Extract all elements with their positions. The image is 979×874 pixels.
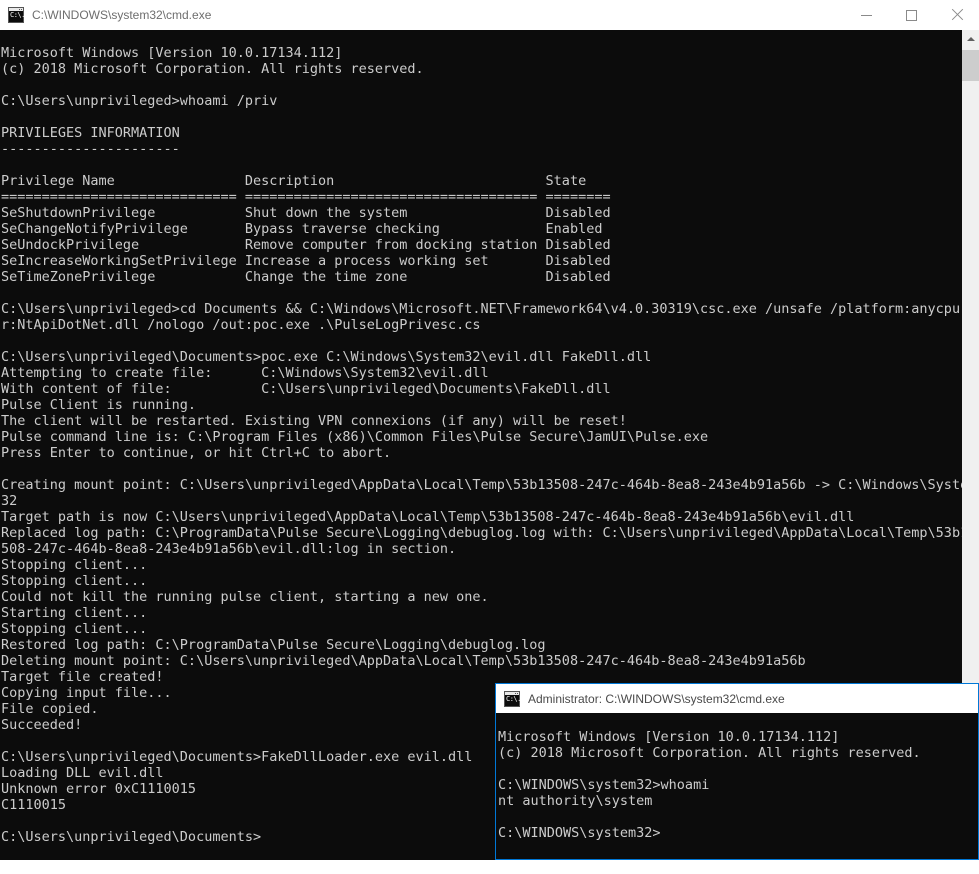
chevron-up-icon: [966, 36, 975, 41]
scroll-up-arrow[interactable]: [962, 30, 979, 47]
cmd-icon: C:\.: [8, 7, 25, 23]
close-button[interactable]: [934, 0, 979, 30]
cmd-icon-prompt-glyph: C:\.: [506, 694, 521, 703]
console-output-admin[interactable]: Microsoft Windows [Version 10.0.17134.11…: [496, 727, 978, 873]
minimize-icon: [861, 14, 872, 16]
maximize-button[interactable]: [889, 0, 934, 30]
titlebar-admin[interactable]: C:\. Administrator: C:\WINDOWS\system32\…: [496, 683, 978, 713]
scroll-thumb[interactable]: [962, 50, 979, 81]
cmd-icon-prompt-glyph: C:\.: [10, 11, 25, 19]
window-title-main: C:\WINDOWS\system32\cmd.exe: [32, 8, 212, 22]
window-controls-main: [844, 0, 979, 30]
cmd-window-admin[interactable]: C:\. Administrator: C:\WINDOWS\system32\…: [495, 683, 979, 860]
close-icon: [951, 9, 963, 21]
window-title-admin: Administrator: C:\WINDOWS\system32\cmd.e…: [528, 691, 785, 706]
titlebar-main[interactable]: C:\. C:\WINDOWS\system32\cmd.exe: [0, 0, 979, 30]
minimize-button[interactable]: [844, 0, 889, 30]
cmd-icon: C:\.: [504, 690, 521, 707]
maximize-icon: [906, 9, 917, 21]
